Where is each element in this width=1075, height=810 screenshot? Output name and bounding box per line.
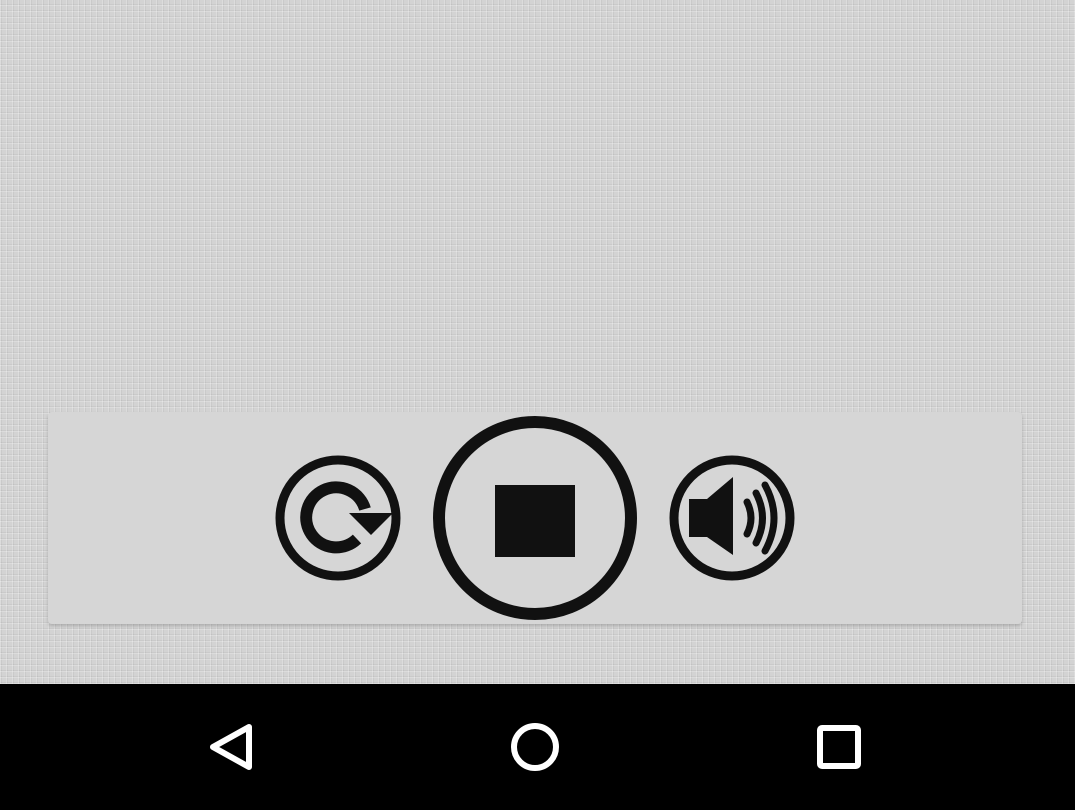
recents-square-icon [817, 725, 861, 769]
home-button[interactable] [500, 712, 570, 782]
home-circle-icon [511, 723, 559, 771]
stop-button[interactable] [432, 415, 638, 621]
volume-button[interactable] [667, 453, 797, 583]
volume-icon [669, 455, 795, 581]
app-screen [0, 0, 1075, 810]
stop-icon [433, 416, 637, 620]
system-navigation-bar [0, 684, 1075, 810]
recents-button[interactable] [804, 712, 874, 782]
replay-button[interactable] [273, 453, 403, 583]
replay-icon [275, 455, 401, 581]
player-controls-panel [48, 412, 1022, 624]
back-triangle-icon [210, 724, 252, 770]
back-button[interactable] [197, 712, 267, 782]
